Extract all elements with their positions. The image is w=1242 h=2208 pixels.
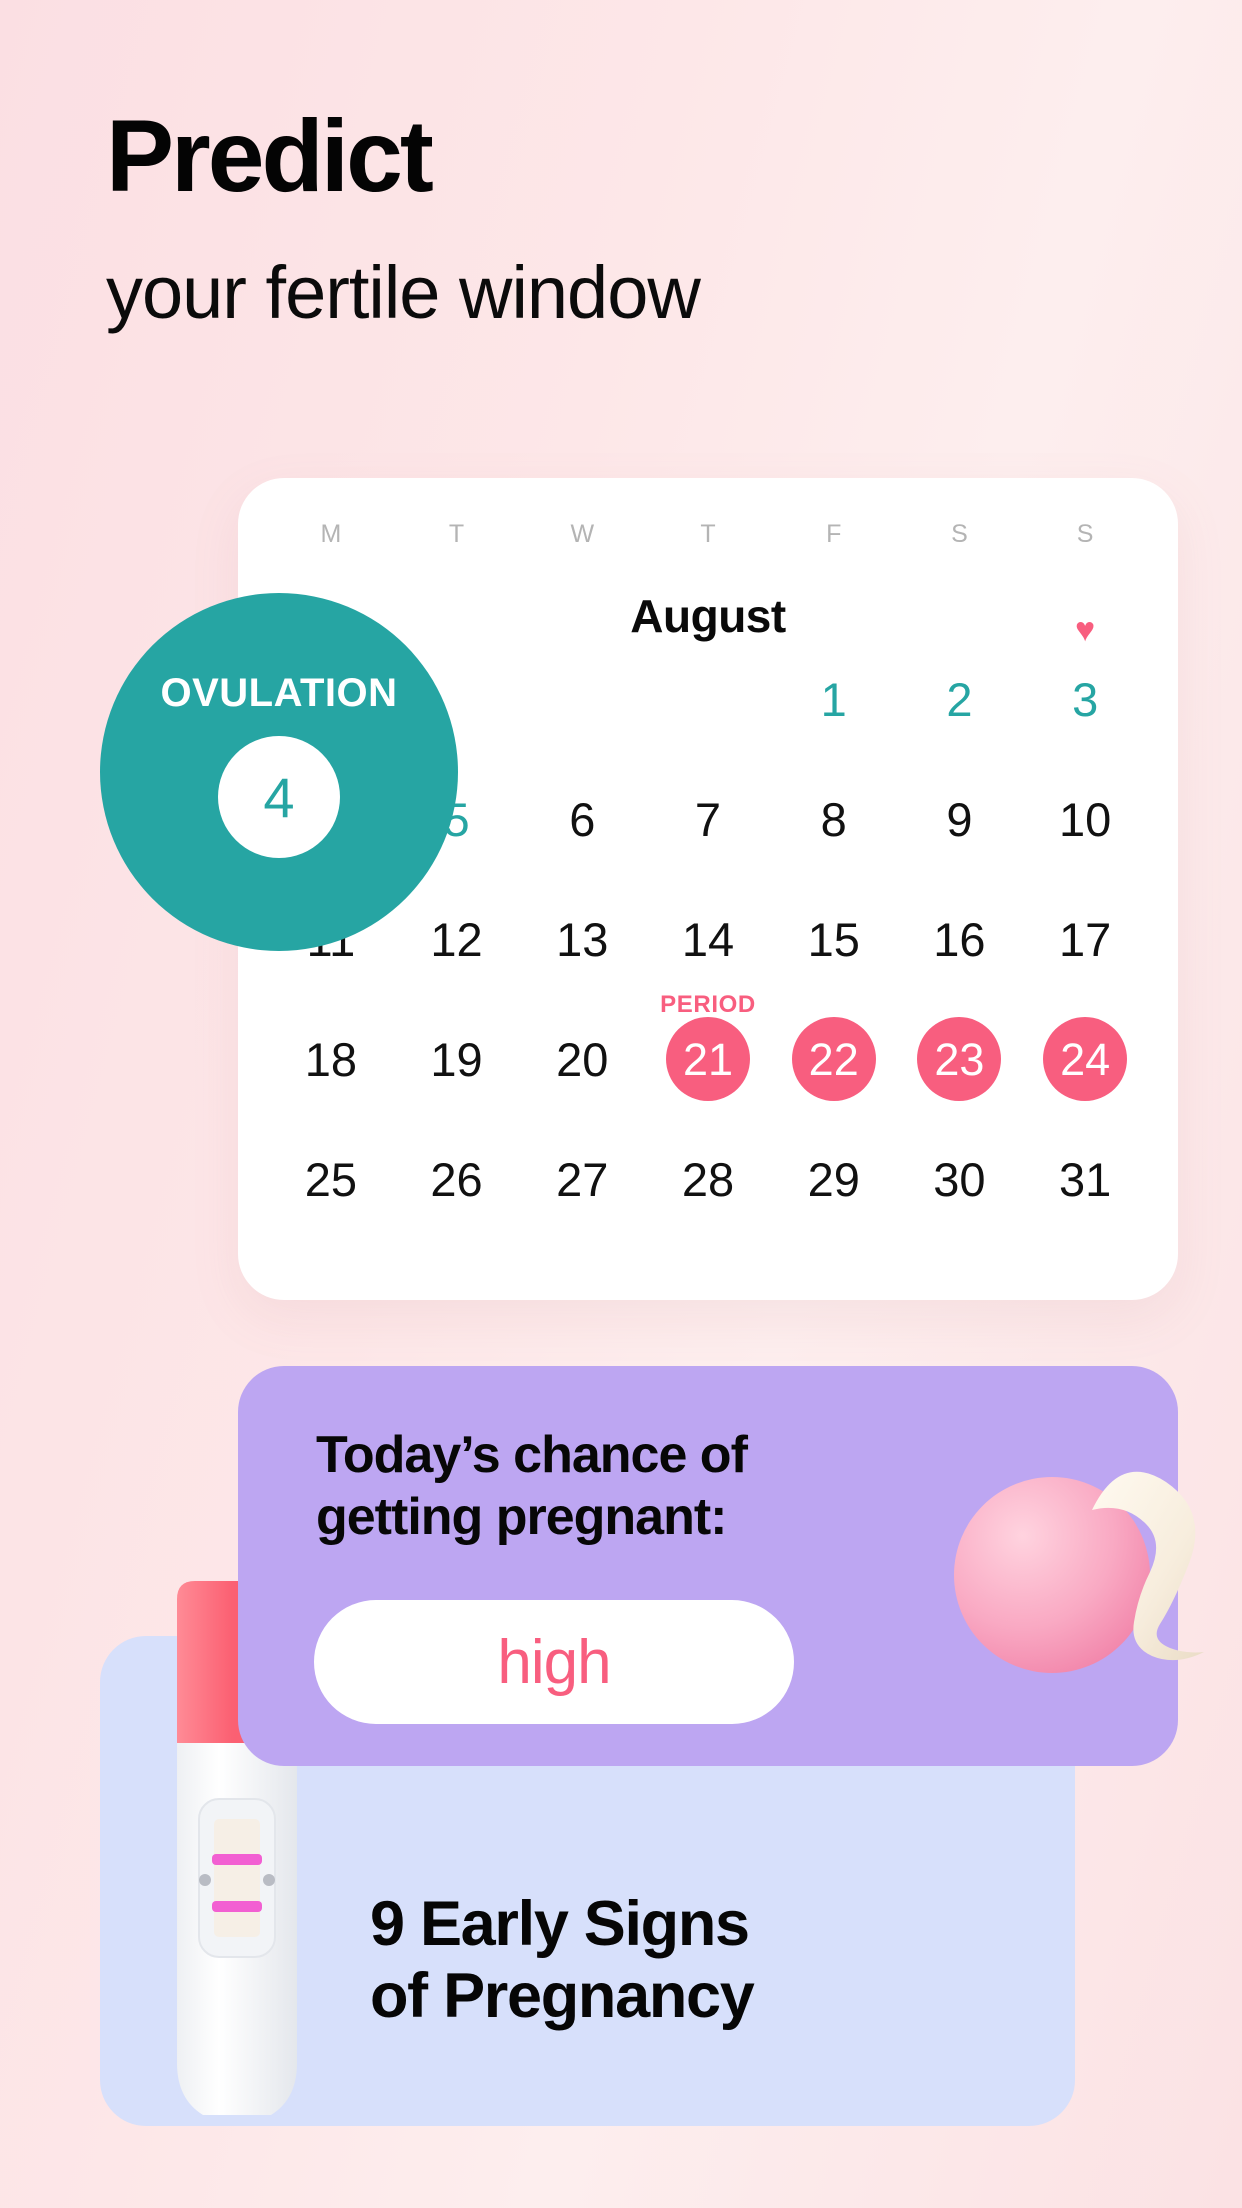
calendar-day-7[interactable]: 7 <box>645 759 771 879</box>
calendar-day-number: 28 <box>681 1152 735 1206</box>
calendar-day-10[interactable]: 10 <box>1022 759 1148 879</box>
calendar-day-21[interactable]: PERIOD 21 <box>645 991 771 1119</box>
calendar-day-number: 26 <box>430 1152 483 1206</box>
calendar-day-20[interactable]: 20 <box>519 999 645 1119</box>
period-label: PERIOD <box>660 991 756 1018</box>
calendar-day-9[interactable]: 9 <box>897 759 1023 879</box>
calendar-day-number: 16 <box>933 912 986 966</box>
calendar-day-number: 1 <box>820 672 847 726</box>
calendar-day-number: 12 <box>430 912 483 966</box>
chance-title-line-2: getting pregnant: <box>316 1488 728 1547</box>
chance-value-pill[interactable]: high <box>314 1600 794 1724</box>
calendar-day-6[interactable]: 6 <box>519 759 645 879</box>
ovulation-label: OVULATION <box>160 671 398 715</box>
calendar-day-29[interactable]: 29 <box>771 1119 897 1239</box>
calendar-day-number: 7 <box>694 792 722 846</box>
calendar-day-empty <box>645 639 771 759</box>
calendar-day-number: 20 <box>556 1032 609 1086</box>
chance-value-text: high <box>497 1627 611 1697</box>
calendar-day-number: 24 <box>1043 1017 1128 1101</box>
calendar-day-16[interactable]: 16 <box>897 879 1023 999</box>
weekday-label: S <box>951 520 968 548</box>
calendar-day-27[interactable]: 27 <box>519 1119 645 1239</box>
calendar-day-number: 31 <box>1059 1152 1112 1206</box>
calendar-weekday-header: M T W T F S S <box>268 520 1148 549</box>
calendar-day-14[interactable]: 14 <box>645 879 771 999</box>
pregnancy-chance-title: Today’s chance of getting pregnant: <box>316 1424 748 1549</box>
calendar-day-number: 23 <box>917 1017 1002 1101</box>
calendar-day-30[interactable]: 30 <box>897 1119 1023 1239</box>
page-subtitle: your fertile window <box>106 251 701 334</box>
calendar-day-number: 14 <box>681 912 735 966</box>
weekday-label: F <box>826 520 842 548</box>
article-title-line-2: of Pregnancy <box>370 1961 755 2032</box>
calendar-day-31[interactable]: 31 <box>1022 1119 1148 1239</box>
calendar-month-label: August <box>630 590 786 642</box>
calendar-day-number: 8 <box>820 792 847 846</box>
calendar-day-17[interactable]: 17 <box>1022 879 1148 999</box>
chance-title-line-1: Today’s chance of <box>316 1426 748 1484</box>
egg-and-sperm-illustration <box>942 1420 1242 1725</box>
calendar-day-number: 19 <box>430 1032 483 1086</box>
article-title-line-1: 9 Early Signs <box>370 1889 750 1959</box>
calendar-day-13[interactable]: 13 <box>519 879 645 999</box>
calendar-day-number: 2 <box>946 672 973 726</box>
calendar-day-8[interactable]: 8 <box>771 759 897 879</box>
ovulation-badge[interactable]: OVULATION 4 <box>100 593 458 951</box>
calendar-day-number: 22 <box>791 1017 876 1101</box>
calendar-day-22[interactable]: 22 <box>771 999 897 1119</box>
calendar-day-24[interactable]: 24 <box>1022 999 1148 1119</box>
weekday-label: W <box>570 520 595 548</box>
calendar-day-23[interactable]: 23 <box>897 999 1023 1119</box>
calendar-day-empty <box>519 639 645 759</box>
calendar-day-number: 10 <box>1059 792 1112 846</box>
page-title: Predict <box>106 99 434 213</box>
calendar-day-26[interactable]: 26 <box>394 1119 520 1239</box>
calendar-day-number: 30 <box>933 1152 986 1206</box>
ovulation-day-circle: 4 <box>218 736 340 858</box>
calendar-day-12[interactable]: 12 <box>394 879 520 999</box>
calendar-day-25[interactable]: 25 <box>268 1119 394 1239</box>
calendar-day-number: 15 <box>807 912 860 966</box>
calendar-day-number: 17 <box>1059 912 1112 966</box>
calendar-day-1[interactable]: 1 <box>771 639 897 759</box>
weekday-label: M <box>320 520 342 548</box>
weekday-label: T <box>448 520 465 548</box>
calendar-day-number: 18 <box>304 1032 357 1086</box>
weekday-label: S <box>1076 520 1094 548</box>
calendar-day-number: 27 <box>556 1152 609 1206</box>
weekday-label: T <box>700 520 716 548</box>
ovulation-day-number: 4 <box>263 765 295 829</box>
calendar-day-19[interactable]: 19 <box>394 999 520 1119</box>
heart-icon: ♥ <box>1075 611 1096 649</box>
calendar-day-3[interactable]: ♥ 3 <box>1022 613 1148 759</box>
article-title: 9 Early Signs of Pregnancy <box>370 1888 755 2033</box>
calendar-day-number: 21 <box>665 1017 750 1101</box>
calendar-day-2[interactable]: 2 <box>897 639 1023 759</box>
calendar-day-15[interactable]: 15 <box>771 879 897 999</box>
calendar-day-number: 3 <box>1072 672 1099 726</box>
calendar-day-number: 29 <box>807 1152 860 1206</box>
calendar-day-number: 6 <box>569 792 596 846</box>
calendar-day-number: 13 <box>556 912 609 966</box>
calendar-day-number: 9 <box>946 792 973 846</box>
calendar-day-18[interactable]: 18 <box>268 999 394 1119</box>
calendar-day-28[interactable]: 28 <box>645 1119 771 1239</box>
calendar-day-number: 25 <box>304 1152 357 1206</box>
